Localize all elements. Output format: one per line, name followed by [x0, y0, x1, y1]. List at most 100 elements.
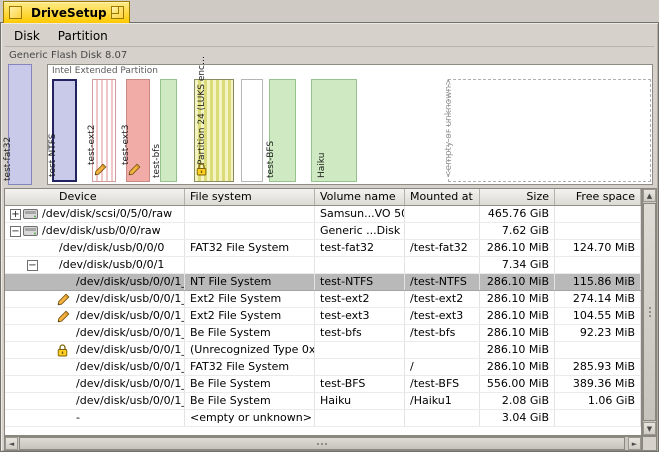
table-row[interactable]: −/dev/disk/usb/0/0/rawGeneric ...Disk 8.…	[5, 223, 641, 240]
window-tab[interactable]: DriveSetup	[3, 1, 130, 23]
menu-item-disk[interactable]: Disk	[5, 27, 49, 45]
vertical-scrollbar[interactable]: ▲ ▼	[642, 188, 657, 436]
partition-label: test-BFS	[266, 141, 277, 178]
menu-item-partition[interactable]: Partition	[49, 27, 117, 45]
cell-size: 286.10 MiB	[480, 274, 555, 290]
disk-description: Generic Flash Disk 8.07	[9, 50, 127, 61]
cell-free-space	[555, 257, 641, 273]
cell-device: /dev/disk/usb/0/0/0	[5, 240, 185, 256]
table-row[interactable]: /dev/disk/usb/0/0/1_6Be File Systemtest-…	[5, 376, 641, 393]
table-row[interactable]: /dev/disk/usb/0/0/1_7Be File SystemHaiku…	[5, 393, 641, 410]
table-row[interactable]: /dev/disk/usb/0/0/1_5FAT32 File System/2…	[5, 359, 641, 376]
partition-label: <empty or unknown>	[444, 78, 455, 178]
table-row[interactable]: /dev/disk/usb/0/0/1_2Ext2 File Systemtes…	[5, 308, 641, 325]
table-row[interactable]: /dev/disk/usb/0/0/0FAT32 File Systemtest…	[5, 240, 641, 257]
vertical-scroll-thumb[interactable]	[643, 203, 656, 421]
cell-free-space	[555, 206, 641, 222]
cell-file-system: FAT32 File System	[185, 359, 315, 375]
cell-file-system: Be File System	[185, 393, 315, 409]
scrollbar-corner	[642, 436, 657, 451]
cell-volume-name: test-ext3	[315, 308, 405, 324]
cell-size: 465.76 GiB	[480, 206, 555, 222]
table-row[interactable]: /dev/disk/usb/0/0/1_0NT File Systemtest-…	[5, 274, 641, 291]
partition-block[interactable]: test-BFS	[269, 79, 296, 182]
cell-device: /dev/disk/usb/0/0/1_0	[5, 274, 185, 290]
cell-device: /dev/disk/usb/0/0/1_7	[5, 393, 185, 409]
scroll-left-button[interactable]: ◄	[5, 437, 18, 450]
column-header-volume-name[interactable]: Volume name	[315, 189, 405, 205]
partition-block[interactable]: test-ext2	[92, 79, 116, 182]
partition-map: test-fat32 Intel Extended Partitiontest-N…	[5, 62, 655, 187]
device-path: /dev/disk/usb/0/0/0	[59, 240, 164, 256]
cell-mount-point: /test-fat32	[405, 240, 480, 256]
pencil-icon	[94, 161, 107, 180]
right-arrow-icon: ►	[632, 440, 637, 448]
thumb-grip-icon	[321, 443, 323, 445]
table-row[interactable]: /dev/disk/usb/0/0/1_3Be File Systemtest-…	[5, 325, 641, 342]
cell-file-system: Be File System	[185, 325, 315, 341]
cell-mount-point	[405, 257, 480, 273]
partition-block[interactable]	[241, 79, 263, 182]
column-header-size[interactable]: Size	[480, 189, 555, 205]
table-row[interactable]: +/dev/disk/scsi/0/5/0/rawSamsun...VO 500…	[5, 206, 641, 223]
partition-block[interactable]: test-ext3	[126, 79, 150, 182]
cell-free-space: 124.70 MiB	[555, 240, 641, 256]
zoom-button[interactable]	[111, 6, 124, 19]
device-path: /dev/disk/scsi/0/5/0/raw	[42, 206, 172, 222]
cell-device: −/dev/disk/usb/0/0/1	[5, 257, 185, 273]
disk-icon	[23, 208, 38, 222]
expander-toggle[interactable]: +	[10, 209, 21, 220]
partition-block[interactable]: test-bfs	[160, 79, 177, 182]
table-body: +/dev/disk/scsi/0/5/0/rawSamsun...VO 500…	[5, 206, 641, 427]
scroll-right-button[interactable]: ►	[628, 437, 641, 450]
cell-file-system: FAT32 File System	[185, 240, 315, 256]
column-header-file-system[interactable]: File system	[185, 189, 315, 205]
cell-file-system: Ext2 File System	[185, 291, 315, 307]
cell-mount-point: /test-BFS	[405, 376, 480, 392]
cell-size: 7.34 GiB	[480, 257, 555, 273]
device-path: /dev/disk/usb/0/0/1_6	[76, 376, 185, 392]
menu-bar: DiskPartition	[5, 26, 654, 47]
device-path: /dev/disk/usb/0/0/raw	[42, 223, 161, 239]
table-row[interactable]: /dev/disk/usb/0/0/1_1Ext2 File Systemtes…	[5, 291, 641, 308]
table-row[interactable]: -<empty or unknown>3.04 GiB	[5, 410, 641, 427]
table-row[interactable]: /dev/disk/usb/0/0/1_4(Unrecognized Type …	[5, 342, 641, 359]
cell-volume-name	[315, 359, 405, 375]
partition-label: Partition 24 (LUKS enc…	[197, 56, 208, 165]
partition-table: DeviceFile systemVolume nameMounted atSi…	[4, 188, 642, 436]
cell-mount-point: /test-ext2	[405, 291, 480, 307]
cell-free-space: 274.14 MiB	[555, 291, 641, 307]
column-header-device[interactable]: Device	[5, 189, 185, 205]
cell-size: 7.62 GiB	[480, 223, 555, 239]
scroll-up-button[interactable]: ▲	[643, 189, 656, 202]
device-path: /dev/disk/usb/0/0/1_5	[76, 359, 185, 375]
cell-size: 286.10 MiB	[480, 240, 555, 256]
cell-free-space: 1.06 GiB	[555, 393, 641, 409]
extended-partition-container[interactable]: Intel Extended Partitiontest-NTFStest-ex…	[47, 64, 653, 185]
pencil-icon	[128, 161, 141, 180]
close-button[interactable]	[9, 6, 22, 19]
cell-file-system: Be File System	[185, 376, 315, 392]
expander-toggle[interactable]: −	[27, 260, 38, 271]
cell-device: /dev/disk/usb/0/0/1_2	[5, 308, 185, 324]
partition-block[interactable]: Haiku	[311, 79, 357, 182]
cell-file-system: <empty or unknown>	[185, 410, 315, 426]
table-row[interactable]: −/dev/disk/usb/0/0/1 7.34 GiB	[5, 257, 641, 274]
partition-block[interactable]: Partition 24 (LUKS enc…	[194, 79, 234, 182]
cell-file-system	[185, 206, 315, 222]
cell-size: 556.00 MiB	[480, 376, 555, 392]
horizontal-scroll-thumb[interactable]	[19, 437, 625, 450]
column-header-mounted-at[interactable]: Mounted at	[405, 189, 480, 205]
partition-block[interactable]: test-fat32	[8, 64, 32, 185]
scroll-down-button[interactable]: ▼	[643, 422, 656, 435]
cell-device: /dev/disk/usb/0/0/1_3	[5, 325, 185, 341]
cell-mount-point	[405, 410, 480, 426]
device-path: -	[76, 410, 80, 426]
cell-device: /dev/disk/usb/0/0/1_6	[5, 376, 185, 392]
column-header-free-space[interactable]: Free space	[555, 189, 641, 205]
drivesetup-window: DriveSetup DiskPartition Generic Flash D…	[0, 0, 659, 452]
partition-block[interactable]: <empty or unknown>	[448, 79, 651, 182]
partition-block[interactable]: test-NTFS	[52, 79, 77, 182]
expander-toggle[interactable]: −	[10, 226, 21, 237]
horizontal-scrollbar[interactable]: ◄ ►	[4, 436, 642, 451]
